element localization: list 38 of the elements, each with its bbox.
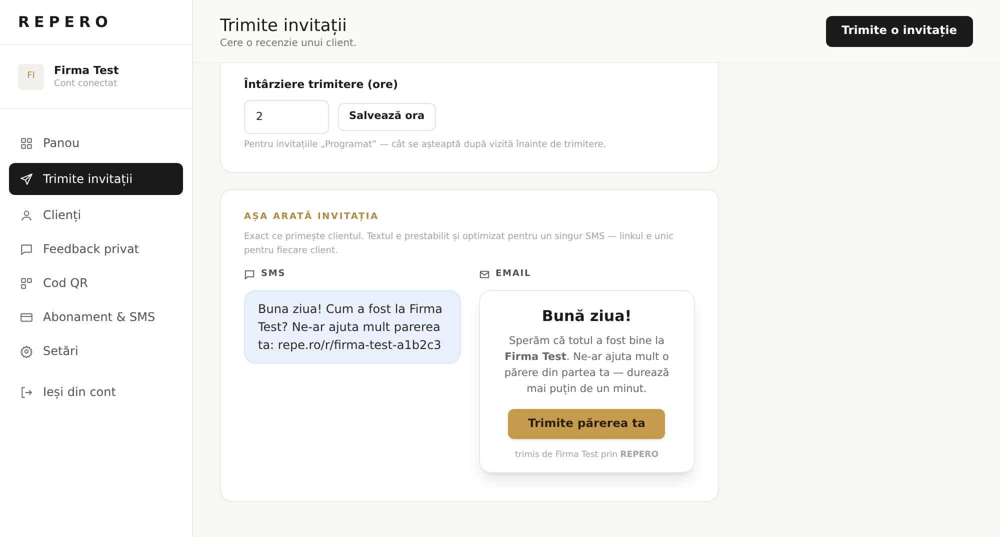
brand-logo: REPERO xyxy=(18,12,112,33)
email-greeting: Bună ziua! xyxy=(542,306,632,326)
nav-item[interactable]: Feedback privat xyxy=(9,235,183,263)
send-icon xyxy=(20,172,33,186)
delay-input[interactable]: 2 xyxy=(244,100,329,134)
feedback-button[interactable]: Trimite părerea ta xyxy=(508,409,666,439)
grid-icon xyxy=(20,136,33,150)
qr-code-icon xyxy=(20,276,33,290)
field-label: Întârziere trimitere (ore) xyxy=(244,77,399,93)
chat-icon xyxy=(20,242,33,256)
hint-text: Pentru invitațiile „Programat” — cât se așteaptă după vizită înainte de trimitere. xyxy=(244,138,608,152)
user-icon xyxy=(20,208,33,222)
logout-icon xyxy=(20,386,33,398)
sms-bubble: Buna ziua! Cum a fost la Firma Test? Ne-ar ajuta mult parerea ta: repe.ro/r/firma-test-a1b2c3 xyxy=(244,290,460,364)
email-body: Sperăm că totul a fost bine la Firma Test. Ne-ar ajuta mult o părere din partea ta — durează mai puțin de un minut. xyxy=(503,334,670,397)
page-title: Trimite invitații xyxy=(220,16,348,36)
nav-item[interactable]: Panou xyxy=(9,129,183,157)
channel-label: EMAIL xyxy=(496,268,532,281)
avatar: FI xyxy=(18,64,44,90)
settings-icon xyxy=(20,344,33,358)
send-invitation-button[interactable]: Trimite o invitație xyxy=(826,16,973,46)
channel-label: SMS xyxy=(261,268,286,281)
section-heading: AȘA ARATĂ INVITAȚIA xyxy=(244,211,380,224)
section-description: Exact ce primește clientul. Textul e prestabilit și optimizat pentru un singur SMS — linkul e unic pentru fiecare client. xyxy=(244,230,674,258)
nav-item[interactable]: Abonament & SMS xyxy=(9,303,183,331)
save-time-button[interactable]: Salvează ora xyxy=(338,102,436,130)
page-subtitle: Cere o recenzie unui client. xyxy=(220,36,357,50)
nav-item[interactable]: Cod QR xyxy=(9,269,183,297)
account-status: Cont conectat xyxy=(54,78,118,90)
nav-item[interactable]: Trimite invitații xyxy=(9,163,183,195)
account-name: Firma Test xyxy=(54,64,119,78)
card-icon xyxy=(20,310,33,324)
chat-icon xyxy=(244,269,255,280)
nav-item[interactable]: Clienți xyxy=(9,201,183,229)
mail-icon xyxy=(478,269,490,280)
nav-item[interactable]: Setări xyxy=(9,337,183,365)
email-footer: trimis de Firma Test prin REPERO xyxy=(515,449,658,462)
logout-link[interactable]: Ieși din cont xyxy=(9,378,183,406)
